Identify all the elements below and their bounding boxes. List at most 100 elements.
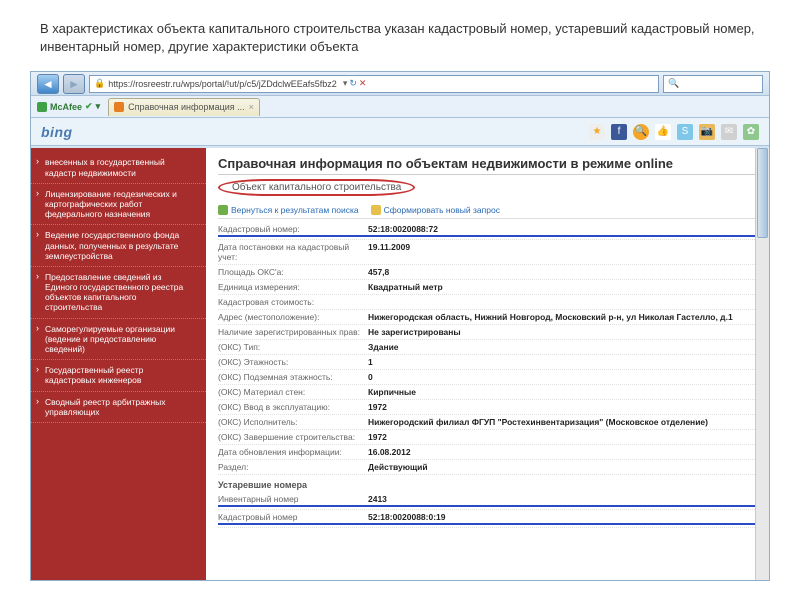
tab-bar: McAfee ✔ ▾ Справочная информация ... × — [31, 96, 769, 118]
row-label: (ОКС) Исполнитель: — [218, 417, 368, 427]
social-icons: ★ f 🔍 👍 S 📷 ✉ ✿ — [589, 124, 759, 140]
mail-icon[interactable]: ✉ — [721, 124, 737, 140]
action-links: Вернуться к результатам поиска Сформиров… — [218, 202, 757, 219]
tabs: Справочная информация ... × — [108, 98, 260, 116]
check-icon: ✔ — [85, 101, 93, 112]
skype-icon[interactable]: S — [677, 124, 693, 140]
table-row: Раздел:Действующий — [218, 460, 757, 475]
address-controls: ▾ ↻ ✕ — [343, 78, 367, 89]
dropdown-icon[interactable]: ▾ — [343, 78, 348, 89]
table-row: (ОКС) Завершение строительства:1972 — [218, 430, 757, 445]
browser-nav-bar: ◄ ► 🔒 https://rosreestr.ru/wps/portal/!u… — [31, 72, 769, 96]
row-value: Не зарегистрированы — [368, 327, 757, 337]
forward-button[interactable]: ► — [63, 74, 85, 94]
row-label: Кадастровая стоимость: — [218, 297, 368, 307]
shield-icon — [37, 102, 47, 112]
row-value: 1972 — [368, 402, 757, 412]
row-label: Инвентарный номер — [218, 494, 368, 507]
row-value: Кирпичные — [368, 387, 757, 397]
page-title: Справочная информация по объектам недвиж… — [218, 156, 757, 175]
old-numbers-table: Инвентарный номер2413Кадастровый номер52… — [218, 492, 757, 528]
row-value: 52:18:0020088:0:19 — [368, 512, 757, 525]
search-orange-icon[interactable]: 🔍 — [633, 124, 649, 140]
table-row: Кадастровая стоимость: — [218, 295, 757, 310]
sidebar-item[interactable]: Сводный реестр арбитражных управляющих — [31, 392, 206, 423]
mcafee-badge[interactable]: McAfee ✔ ▾ — [37, 101, 100, 112]
old-numbers-heading: Устаревшие номера — [218, 475, 757, 492]
table-row: (ОКС) Ввод в эксплуатацию:1972 — [218, 400, 757, 415]
row-value: Нижегородский филиал ФГУП "Ростехинвента… — [368, 417, 757, 427]
table-row: Дата постановки на кадастровый учет:19.1… — [218, 240, 757, 265]
row-label: Адрес (местоположение): — [218, 312, 368, 322]
row-value: 1 — [368, 357, 757, 367]
row-label: Наличие зарегистрированных прав: — [218, 327, 368, 337]
row-label: (ОКС) Материал стен: — [218, 387, 368, 397]
search-icon: 🔍 — [668, 78, 679, 89]
back-button[interactable]: ◄ — [37, 74, 59, 94]
row-value: Квадратный метр — [368, 282, 757, 292]
row-label: (ОКС) Этажность: — [218, 357, 368, 367]
table-row: (ОКС) Тип:Здание — [218, 340, 757, 355]
favicon-icon — [114, 102, 124, 112]
table-row: (ОКС) Исполнитель:Нижегородский филиал Ф… — [218, 415, 757, 430]
tab-label: Справочная информация ... — [128, 102, 245, 112]
table-row: Кадастровый номер:52:18:0020088:72 — [218, 222, 757, 240]
scroll-thumb[interactable] — [757, 148, 768, 238]
subtitle-wrap: Объект капитального строительства — [218, 179, 757, 196]
url-text: https://rosreestr.ru/wps/portal/!ut/p/c5… — [108, 79, 337, 89]
row-value — [368, 297, 757, 307]
star-icon[interactable]: ★ — [589, 124, 605, 140]
thumb-icon[interactable]: 👍 — [655, 124, 671, 140]
sidebar-item[interactable]: Предоставление сведений из Единого госуд… — [31, 267, 206, 319]
stop-icon[interactable]: ✕ — [359, 78, 367, 89]
main-content: Справочная информация по объектам недвиж… — [206, 148, 769, 580]
flower-icon[interactable]: ✿ — [743, 124, 759, 140]
browser-tab[interactable]: Справочная информация ... × — [108, 98, 260, 116]
close-icon[interactable]: × — [249, 102, 254, 112]
bing-logo[interactable]: bing — [41, 124, 73, 140]
back-green-icon — [218, 205, 228, 215]
row-value: Нижегородская область, Нижний Новгород, … — [368, 312, 757, 322]
refresh-icon[interactable]: ↻ — [349, 78, 357, 89]
table-row: Наличие зарегистрированных прав:Не зарег… — [218, 325, 757, 340]
sidebar-item[interactable]: Государственный реестр кадастровых инжен… — [31, 360, 206, 391]
table-row: (ОКС) Материал стен:Кирпичные — [218, 385, 757, 400]
sidebar-item[interactable]: внесенных в государственный кадастр недв… — [31, 152, 206, 183]
extension-bar: bing ★ f 🔍 👍 S 📷 ✉ ✿ — [31, 118, 769, 146]
lock-icon: 🔒 — [94, 78, 105, 89]
sidebar-item[interactable]: Ведение государственного фонда данных, п… — [31, 225, 206, 267]
table-row: Кадастровый номер52:18:0020088:0:19 — [218, 510, 757, 528]
row-label: (ОКС) Ввод в эксплуатацию: — [218, 402, 368, 412]
search-bar[interactable]: 🔍 — [663, 75, 763, 93]
new-query-link[interactable]: Сформировать новый запрос — [371, 205, 500, 215]
row-value: 2413 — [368, 494, 757, 507]
row-label: Площадь ОКС'а: — [218, 267, 368, 277]
facebook-icon[interactable]: f — [611, 124, 627, 140]
property-table: Кадастровый номер:52:18:0020088:72Дата п… — [218, 222, 757, 475]
address-bar[interactable]: 🔒 https://rosreestr.ru/wps/portal/!ut/p/… — [89, 75, 659, 93]
row-label: (ОКС) Завершение строительства: — [218, 432, 368, 442]
table-row: Адрес (местоположение):Нижегородская обл… — [218, 310, 757, 325]
camera-icon[interactable]: 📷 — [699, 124, 715, 140]
sidebar-item[interactable]: Саморегулируемые организации (ведение и … — [31, 319, 206, 361]
row-value: 19.11.2009 — [368, 242, 757, 262]
new-query-icon — [371, 205, 381, 215]
sidebar-nav: внесенных в государственный кадастр недв… — [31, 148, 206, 580]
back-to-results-link[interactable]: Вернуться к результатам поиска — [218, 205, 359, 215]
row-value: 0 — [368, 372, 757, 382]
row-label: Дата постановки на кадастровый учет: — [218, 242, 368, 262]
row-label: (ОКС) Подземная этажность: — [218, 372, 368, 382]
row-value: Действующий — [368, 462, 757, 472]
vertical-scrollbar[interactable] — [755, 148, 769, 580]
sidebar-item[interactable]: Лицензирование геодезических и картограф… — [31, 184, 206, 226]
row-label: (ОКС) Тип: — [218, 342, 368, 352]
row-value: 1972 — [368, 432, 757, 442]
table-row: Площадь ОКС'а:457,8 — [218, 265, 757, 280]
browser-window: ◄ ► 🔒 https://rosreestr.ru/wps/portal/!u… — [30, 71, 770, 581]
table-row: Дата обновления информации:16.08.2012 — [218, 445, 757, 460]
row-label: Кадастровый номер — [218, 512, 368, 525]
row-value: Здание — [368, 342, 757, 352]
table-row: (ОКС) Этажность:1 — [218, 355, 757, 370]
row-label: Единица измерения: — [218, 282, 368, 292]
object-type-subtitle: Объект капитального строительства — [218, 179, 415, 196]
